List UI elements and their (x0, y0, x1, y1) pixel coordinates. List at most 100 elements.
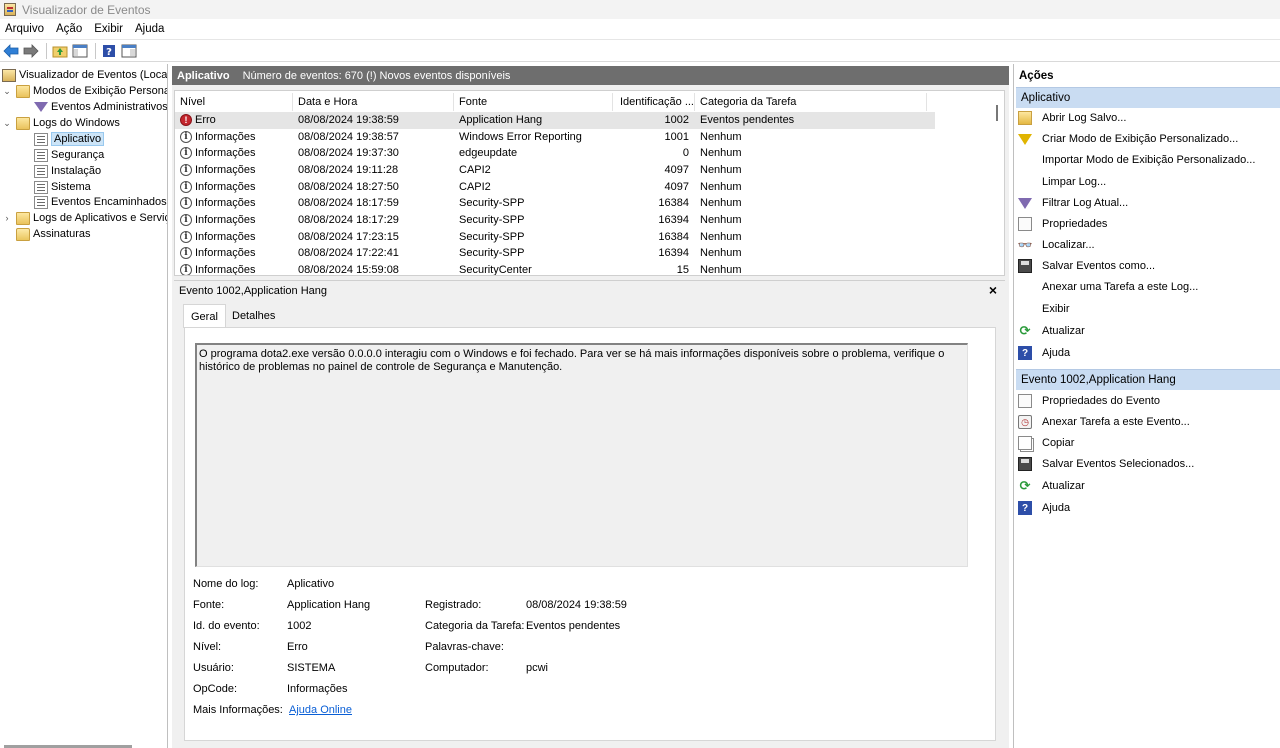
cell-date: 08/08/2024 18:27:50 (298, 180, 399, 193)
column-header-id[interactable]: Identificação ... (613, 93, 695, 111)
action-item[interactable]: Anexar uma Tarefa a este Log... (1018, 277, 1198, 297)
tab-detalhes[interactable]: Detalhes (225, 305, 282, 327)
toolbar: ? (0, 40, 1280, 62)
chevron-right-icon[interactable]: › (2, 213, 12, 223)
table-row[interactable]: ! Erro 08/08/2024 19:38:59 Application Hang… (175, 112, 935, 129)
event-description[interactable]: O programa dota2.exe versão 0.0.0.0 inte… (195, 343, 968, 567)
info-icon: i (180, 130, 192, 143)
tab-geral[interactable]: Geral (183, 304, 226, 328)
blank-icon (1018, 302, 1032, 316)
blank-icon (1018, 153, 1032, 167)
tree-root[interactable]: Visualizador de Eventos (Local) (2, 67, 167, 83)
cell-level: i Informações (180, 179, 292, 195)
action-item[interactable]: Copiar (1018, 433, 1074, 453)
detail-general-panel: O programa dota2.exe versão 0.0.0.0 inte… (184, 327, 996, 741)
actions-section-aplicativo[interactable]: Aplicativo (1016, 87, 1280, 108)
cell-level: i Informações (180, 245, 292, 261)
action-label: Anexar uma Tarefa a este Log... (1042, 281, 1199, 293)
create-view-icon (1018, 133, 1032, 145)
info-icon: i (180, 197, 192, 210)
action-item[interactable]: Salvar Eventos Selecionados... (1018, 454, 1194, 474)
action-label: Propriedades do Evento (1042, 395, 1161, 407)
tree-item-assinaturas[interactable]: Assinaturas (16, 226, 90, 242)
up-folder-button[interactable] (51, 42, 69, 60)
action-item[interactable]: Exibir (1018, 299, 1070, 319)
label-more-info: Mais Informações: (193, 704, 283, 716)
events-vertical-scrollbar[interactable] (996, 105, 998, 121)
cell-id: 16394 (658, 247, 689, 260)
tree-item-seguranca[interactable]: Segurança (34, 147, 104, 163)
action-item[interactable]: ⟳ Atualizar (1018, 476, 1085, 496)
toolbar-separator (46, 42, 47, 59)
table-row[interactable]: i Informações 08/08/2024 17:22:41 Security-… (175, 245, 935, 262)
blank-icon (1018, 175, 1032, 189)
cell-source: Security-SPP (459, 247, 525, 260)
close-icon[interactable]: × (989, 282, 997, 298)
level-text: Informações (195, 230, 256, 243)
tree-item-windows-logs[interactable]: ⌄ Logs do Windows (2, 115, 120, 131)
action-item[interactable]: Criar Modo de Exibição Personalizado... (1018, 129, 1238, 149)
tree-item-instalacao[interactable]: Instalação (34, 163, 101, 179)
chevron-down-icon[interactable]: ⌄ (2, 118, 12, 129)
show-hide-tree-button[interactable] (71, 42, 89, 60)
menu-exibir[interactable]: Exibir (89, 23, 128, 35)
action-item[interactable]: 👓 Localizar... (1018, 235, 1095, 255)
back-button[interactable] (2, 42, 20, 60)
help-icon: ? (1018, 346, 1032, 360)
action-item[interactable]: Propriedades do Evento (1018, 391, 1160, 411)
log-header-info: Número de eventos: 670 (!) Novos eventos… (242, 69, 511, 82)
table-row[interactable]: i Informações 08/08/2024 19:11:28 CAPI2 4097… (175, 162, 935, 179)
table-row[interactable]: i Informações 08/08/2024 18:17:59 Security-… (175, 195, 935, 212)
blank-icon (1018, 280, 1032, 294)
action-item[interactable]: ? Ajuda (1018, 343, 1070, 363)
action-item[interactable]: Salvar Eventos como... (1018, 256, 1155, 276)
label-source: Fonte: (193, 599, 225, 611)
column-header-level[interactable]: Nível (175, 93, 293, 111)
log-icon (34, 195, 48, 209)
cell-category: Nenhum (700, 130, 742, 143)
action-pane-button[interactable] (120, 42, 138, 60)
cell-source: SecurityCenter (459, 263, 532, 276)
actions-section-event[interactable]: Evento 1002,Application Hang (1016, 369, 1280, 390)
tree-item-admin-events[interactable]: Eventos Administrativos (34, 99, 167, 115)
tree-item-custom-views[interactable]: ⌄ Modos de Exibição Personalizados (2, 83, 167, 99)
action-item[interactable]: Propriedades (1018, 214, 1107, 234)
column-header-category[interactable]: Categoria da Tarefa (695, 93, 927, 111)
table-row[interactable]: i Informações 08/08/2024 19:37:30 edgeupdat… (175, 145, 935, 162)
label-logged: Registrado: (425, 599, 482, 611)
actions-pane: Ações Aplicativo Abrir Log Salvo... Criar… (1013, 64, 1280, 748)
chevron-down-icon[interactable]: ⌄ (2, 86, 12, 97)
label-level: Nível: (193, 641, 222, 653)
window-title: Visualizador de Eventos (22, 2, 151, 17)
menu-arquivo[interactable]: Arquivo (0, 23, 49, 35)
tree-item-apps-services-logs[interactable]: › Logs de Aplicativos e Serviços (2, 210, 167, 226)
filter-icon (34, 102, 48, 112)
table-row[interactable]: i Informações 08/08/2024 15:59:08 SecurityC… (175, 262, 935, 276)
online-help-link[interactable]: Ajuda Online (289, 704, 352, 718)
action-item[interactable]: ⟳ Atualizar (1018, 321, 1085, 341)
action-label: Criar Modo de Exibição Personalizado... (1042, 133, 1239, 145)
menu-ajuda[interactable]: Ajuda (130, 23, 169, 35)
tree-item-sistema[interactable]: Sistema (34, 179, 91, 195)
action-item[interactable]: Limpar Log... (1018, 172, 1106, 192)
cell-date: 08/08/2024 19:11:28 (298, 163, 399, 176)
cell-category: Nenhum (700, 263, 742, 276)
toolbar-separator (95, 42, 96, 59)
table-row[interactable]: i Informações 08/08/2024 19:38:57 Windows E… (175, 129, 935, 146)
action-item[interactable]: ◷ Anexar Tarefa a este Evento... (1018, 412, 1190, 432)
action-item[interactable]: Abrir Log Salvo... (1018, 108, 1126, 128)
column-header-source[interactable]: Fonte (454, 93, 613, 111)
action-item[interactable]: ? Ajuda (1018, 498, 1070, 518)
action-item[interactable]: Filtrar Log Atual... (1018, 193, 1128, 213)
action-item[interactable]: Importar Modo de Exibição Personalizado.… (1018, 150, 1255, 170)
tree-item-eventos-encaminhados[interactable]: Eventos Encaminhados (34, 194, 167, 210)
tree-item-aplicativo[interactable]: Aplicativo (34, 131, 105, 147)
forward-button[interactable] (22, 42, 40, 60)
table-row[interactable]: i Informações 08/08/2024 18:17:29 Security-… (175, 212, 935, 229)
column-header-date[interactable]: Data e Hora (293, 93, 454, 111)
table-row[interactable]: i Informações 08/08/2024 18:27:50 CAPI2 4097… (175, 179, 935, 196)
save-icon (1018, 259, 1032, 273)
table-row[interactable]: i Informações 08/08/2024 17:23:15 Security-… (175, 229, 935, 246)
help-button[interactable]: ? (100, 42, 118, 60)
menu-acao[interactable]: Ação (51, 23, 87, 35)
